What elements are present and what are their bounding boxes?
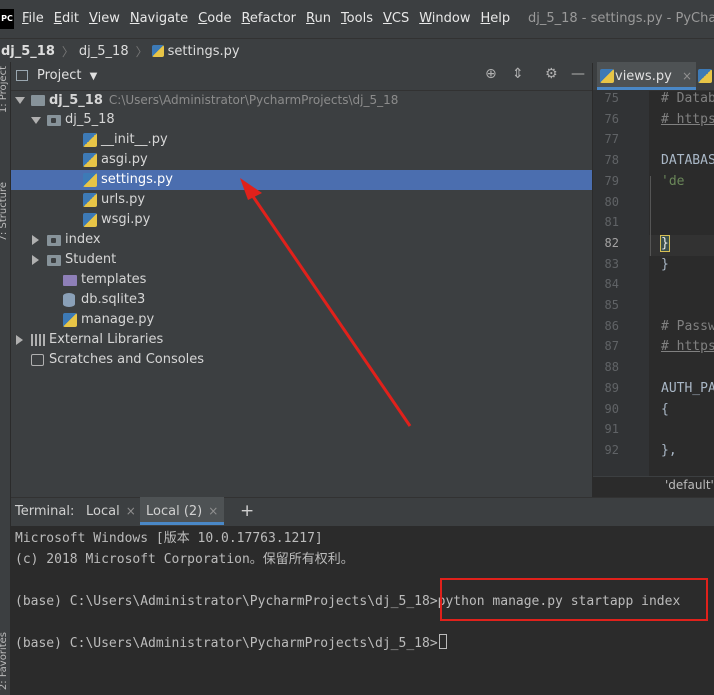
arrow-head: [240, 178, 262, 200]
annotation-arrow: [240, 178, 412, 427]
arrow-shaft: [250, 194, 412, 427]
